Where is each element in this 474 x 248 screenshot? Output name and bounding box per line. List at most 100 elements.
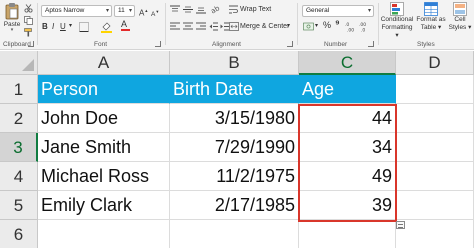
cell-d5[interactable] <box>396 191 474 220</box>
wrap-text-button[interactable]: Wrap Text <box>240 5 271 14</box>
cell-c3[interactable]: 34 <box>299 133 396 162</box>
currency-icon[interactable] <box>303 21 314 32</box>
increase-decimal-icon[interactable]: .0.00 <box>345 21 356 32</box>
number-format-select[interactable]: General ▾ <box>302 5 374 17</box>
font-family-select[interactable]: Aptos Narrow ▾ <box>41 5 112 17</box>
cell-styles-label-2-text: Styles <box>448 24 467 31</box>
underline-icon[interactable]: U <box>60 22 66 31</box>
cell-c4[interactable]: 49 <box>299 162 396 191</box>
align-right-icon[interactable] <box>196 22 206 31</box>
row-header-3[interactable]: 3 <box>0 133 38 162</box>
cell-b5[interactable]: 2/17/1985 <box>170 191 299 220</box>
cut-icon[interactable] <box>24 4 33 13</box>
row-header-4[interactable]: 4 <box>0 162 38 191</box>
quick-analysis-icon[interactable] <box>396 221 405 229</box>
cell-c5[interactable]: 39 <box>299 191 396 220</box>
alignment-group-label: Alignment <box>212 41 241 48</box>
italic-icon[interactable]: I <box>52 22 54 31</box>
spreadsheet-grid: A B C D 1 2 3 4 5 6 Person Birth Date Ag… <box>0 51 474 248</box>
svg-text:.0: .0 <box>345 22 349 28</box>
ribbon-separator <box>37 3 38 45</box>
copy-icon[interactable] <box>24 16 33 25</box>
alignment-launcher-icon[interactable] <box>287 41 293 47</box>
chevron-down-icon[interactable]: ▾ <box>69 22 72 31</box>
shrink-font-icon[interactable]: A▼ <box>151 7 159 19</box>
align-bottom-icon[interactable] <box>196 5 206 14</box>
cell-c6[interactable] <box>299 220 396 248</box>
cell-a2[interactable]: John Doe <box>38 104 170 133</box>
conditional-formatting-button[interactable]: Conditional Formatting ▾ <box>380 2 414 40</box>
cell-styles-button[interactable]: Cell Styles ▾ <box>447 2 473 32</box>
chevron-down-icon[interactable]: ▾ <box>287 22 290 31</box>
cell-a5[interactable]: Emily Clark <box>38 191 170 220</box>
select-all-button[interactable] <box>0 51 38 75</box>
ribbon-separator <box>297 3 298 45</box>
cell-c2[interactable]: 44 <box>299 104 396 133</box>
paste-button[interactable]: Paste ▾ <box>2 2 22 33</box>
cell-b3[interactable]: 7/29/1990 <box>170 133 299 162</box>
merge-center-button[interactable]: Merge & Center <box>240 22 289 31</box>
cell-a1[interactable]: Person <box>38 75 170 104</box>
font-size-select[interactable]: 11 ▾ <box>114 5 135 17</box>
cell-d6[interactable] <box>396 220 474 248</box>
decrease-decimal-icon[interactable]: .00.0 <box>359 21 370 32</box>
number-launcher-icon[interactable] <box>368 41 374 47</box>
select-all-triangle-icon <box>22 59 34 71</box>
cell-a6[interactable] <box>38 220 170 248</box>
merge-center-icon[interactable] <box>229 22 239 31</box>
cell-b6[interactable] <box>170 220 299 248</box>
align-top-icon[interactable] <box>170 5 180 14</box>
format-as-table-label-2-text: Table <box>420 24 437 31</box>
cell-styles-label-2: Styles ▾ <box>448 24 472 31</box>
format-as-table-label-1: Format as <box>416 16 446 23</box>
orientation-icon[interactable]: ab <box>211 4 222 14</box>
align-middle-icon[interactable] <box>183 5 193 14</box>
increase-indent-icon[interactable] <box>220 22 229 31</box>
cell-b2[interactable]: 3/15/1980 <box>170 104 299 133</box>
align-left-icon[interactable] <box>170 22 180 31</box>
format-painter-icon[interactable] <box>24 28 33 37</box>
styles-group: Conditional Formatting ▾ Format as Table… <box>380 0 474 49</box>
cell-b4[interactable]: 11/2/1975 <box>170 162 299 191</box>
grow-font-icon[interactable]: A▲ <box>139 6 148 18</box>
cell-d1[interactable] <box>396 75 474 104</box>
font-size-value: 11 <box>118 7 125 14</box>
number-group: General ▾ ▾ % ⁹ .0.00 .00.0 Number <box>299 0 377 49</box>
conditional-formatting-label-2: Formatting ▾ <box>381 24 413 39</box>
chevron-down-icon[interactable]: ▾ <box>2 28 22 33</box>
cell-d3[interactable] <box>396 133 474 162</box>
row-header-2[interactable]: 2 <box>0 104 38 133</box>
row-header-5[interactable]: 5 <box>0 191 38 220</box>
fill-color-icon[interactable] <box>101 21 112 33</box>
row-header-1[interactable]: 1 <box>0 75 38 104</box>
column-header-c[interactable]: C <box>299 51 396 75</box>
conditional-formatting-label-2-text: Formatting <box>381 24 413 31</box>
chevron-down-icon: ▾ <box>105 8 109 14</box>
cell-c1[interactable]: Age <box>299 75 396 104</box>
column-header-d[interactable]: D <box>396 51 474 75</box>
borders-icon[interactable] <box>79 22 89 32</box>
column-header-b[interactable]: B <box>170 51 299 75</box>
svg-text:.0: .0 <box>361 28 365 33</box>
percent-icon[interactable]: % <box>323 21 331 30</box>
bold-icon[interactable]: B <box>42 22 48 31</box>
align-center-icon[interactable] <box>183 22 193 31</box>
wrap-text-icon[interactable] <box>229 5 238 14</box>
column-header-a[interactable]: A <box>38 51 170 75</box>
font-group: Aptos Narrow ▾ 11 ▾ A▲ A▼ B I U ▾ A Font <box>39 0 164 49</box>
row-header-6[interactable]: 6 <box>0 220 38 248</box>
font-launcher-icon[interactable] <box>155 41 161 47</box>
cell-a4[interactable]: Michael Ross <box>38 162 170 191</box>
decrease-indent-icon[interactable] <box>209 22 218 31</box>
cell-b1[interactable]: Birth Date <box>170 75 299 104</box>
chevron-down-icon[interactable]: ▾ <box>315 22 318 31</box>
clipboard-launcher-icon[interactable] <box>28 41 34 47</box>
cell-a3[interactable]: Jane Smith <box>38 133 170 162</box>
cell-d2[interactable] <box>396 104 474 133</box>
conditional-formatting-icon <box>390 2 404 16</box>
format-as-table-button[interactable]: Format as Table ▾ <box>416 2 446 32</box>
cell-d4[interactable] <box>396 162 474 191</box>
font-color-icon[interactable]: A <box>121 20 130 31</box>
ribbon: Paste ▾ Clipboard Aptos Narrow ▾ 11 ▾ A▲… <box>0 0 474 50</box>
comma-icon[interactable]: ⁹ <box>335 20 340 30</box>
